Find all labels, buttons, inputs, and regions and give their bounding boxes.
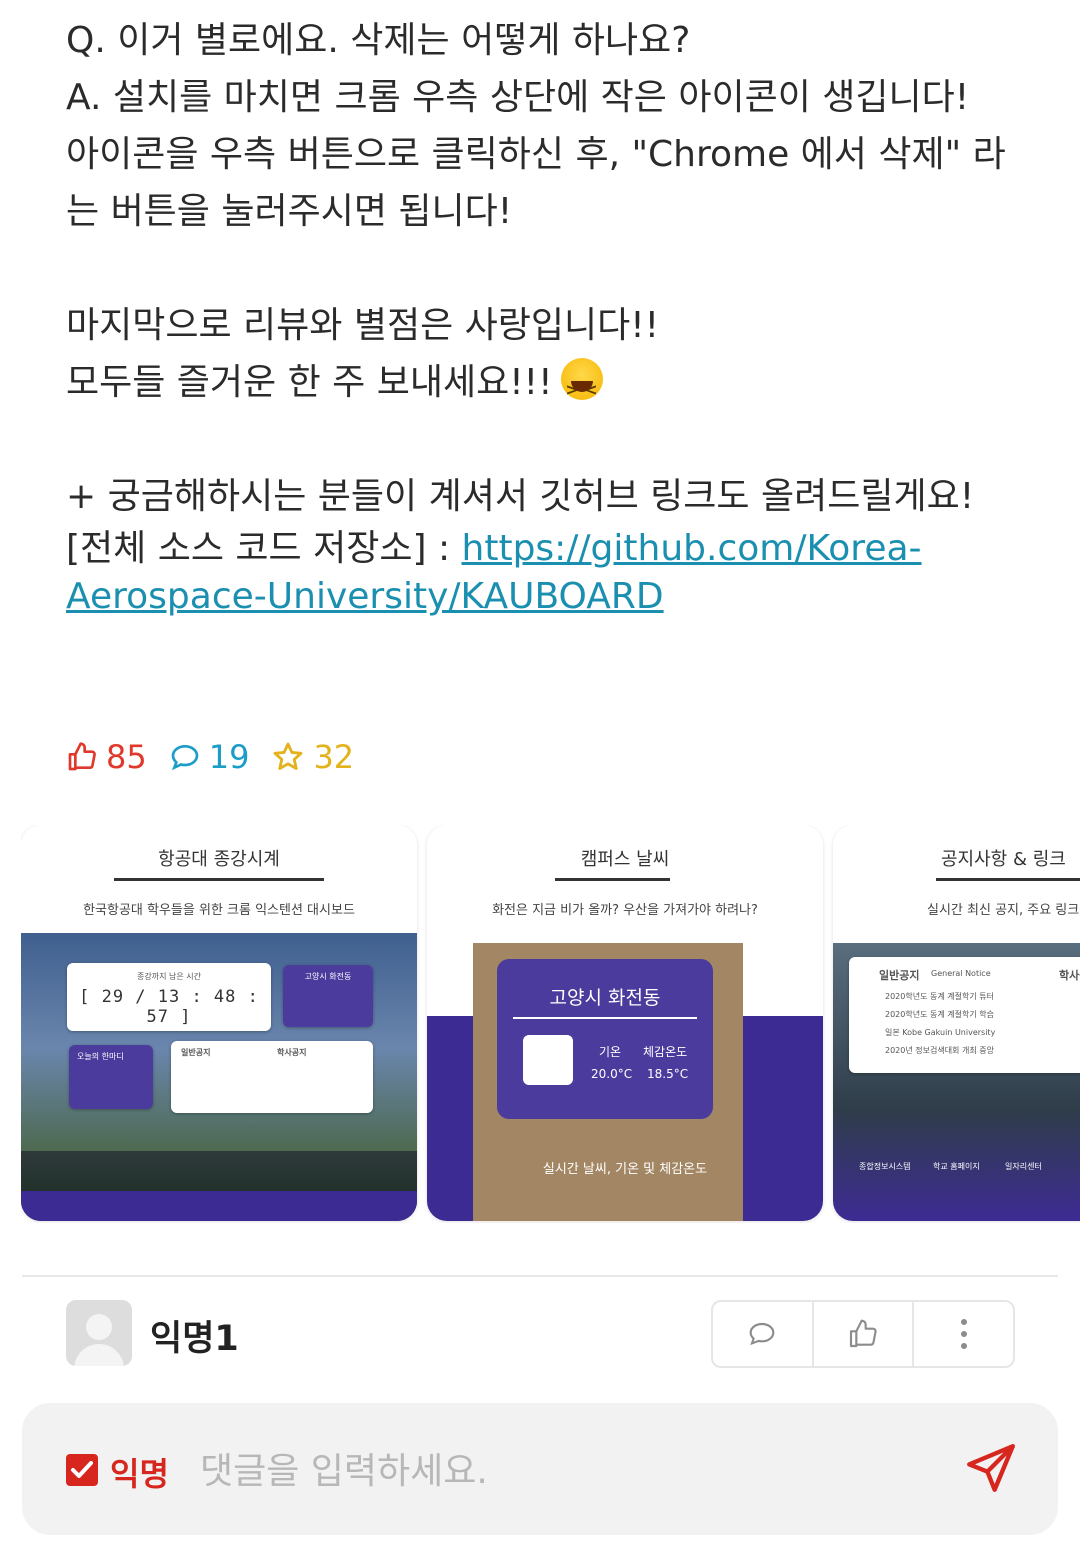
card-title: 항공대 종강시계 [158,849,280,870]
more-vertical-icon [960,1319,967,1349]
post-line-greeting: 모두들 즐거운 한 주 보내세요!!! [66,354,1026,418]
thumbs-up-icon [849,1319,877,1348]
dashboard-preview: 종강까지 남은 시간 [ 29 / 13 : 48 : 57 ] 고양시 화전동… [21,933,417,1221]
anonymous-checkbox[interactable] [66,1454,98,1486]
post-line-instruction: 아이콘을 우측 버튼으로 클릭하신 후, "Chrome 에서 삭제" 라는 버… [66,134,1006,232]
comment-actions [711,1300,1015,1368]
card-subtitle: 화전은 지금 비가 올까? 우산을 가져가야 하려나? [492,903,758,918]
avatar [66,1300,132,1366]
like-count[interactable]: 85 [66,738,147,776]
star-icon [273,742,303,770]
feels-like-value: 18.5°C [647,1067,689,1081]
notice-list: 일반공지 General Notice 학사공지 2020학년도 동계 계절학기… [849,957,1080,1073]
card-title: 공지사항 & 링크 [941,849,1066,870]
weather-city: 고양시 화전동 [549,987,661,1009]
anonymous-label[interactable]: 익명 [110,1449,169,1495]
countdown-clock: [ 29 / 13 : 48 : 57 ] [79,987,259,1027]
checkmark-icon [71,1461,93,1478]
send-icon [967,1444,1015,1492]
card-title: 캠퍼스 날씨 [580,849,670,870]
card-subtitle: 실시간 최신 공지, 주요 링크들 [927,903,1080,918]
speech-bubble-icon [171,744,199,771]
post-line-github: + 궁금해하시는 분들이 계셔서 깃허브 링크도 올려드릴게요! [66,476,975,517]
weather-widget: 고양시 화전동 기온 체감온도 20.0°C 18.5°C [497,959,713,1119]
post-line-answer: A. 설치를 마치면 크롬 우측 상단에 작은 아이콘이 생깁니다! [66,77,970,118]
link-homepage: 학교 홈페이지 [933,1162,980,1171]
laughing-face-icon [560,358,603,418]
post-stats: 85 19 32 [66,738,376,776]
image-gallery[interactable]: 항공대 종강시계 한국항공대 학우들을 위한 크롬 익스텐션 대시보드 종강까지… [21,825,1080,1223]
comment-input-bar: 익명 [22,1403,1058,1535]
post-line-question: Q. 이거 별로에요. 삭제는 어떻게 하나요? [66,20,691,61]
post-line-repo: [전체 소스 코드 저장소] : https://github.com/Kore… [66,525,1026,621]
temperature-value: 20.0°C [591,1067,633,1081]
like-count-value: 85 [106,738,147,776]
scrap-count-value: 32 [313,738,355,776]
scrap-count[interactable]: 32 [271,738,354,776]
comment-count[interactable]: 19 [169,738,250,776]
gallery-card-weather[interactable]: 캠퍼스 날씨 화전은 지금 비가 올까? 우산을 가져가야 하려나? 고양시 화… [427,825,823,1221]
post-body: Q. 이거 별로에요. 삭제는 어떻게 하나요? A. 설치를 마치면 크롬 우… [66,12,1026,621]
thumbs-up-icon [68,742,96,771]
link-erp: 종합정보시스템 [859,1162,911,1171]
comment-author: 익명1 [150,1319,239,1359]
gallery-card-notice[interactable]: 공지사항 & 링크 실시간 최신 공지, 주요 링크들 일반공지 General… [833,825,1080,1221]
speech-bubble-icon [749,1322,775,1346]
comment-count-value: 19 [208,738,250,776]
comment-input[interactable] [198,1443,942,1499]
link-job-center: 일자리센터 [1005,1162,1042,1171]
more-options-button[interactable] [914,1302,1013,1366]
reply-button[interactable] [713,1302,814,1366]
comment-divider [22,1275,1058,1277]
send-button[interactable] [962,1439,1020,1501]
card-subtitle: 한국항공대 학우들을 위한 크롬 익스텐션 대시보드 [83,903,355,918]
countdown-box: 종강까지 남은 시간 [ 29 / 13 : 48 : 57 ] [67,963,271,1031]
comment-like-button[interactable] [814,1302,915,1366]
post-line-review: 마지막으로 리뷰와 별점은 사랑입니다!! [66,305,660,346]
repo-label: [전체 소스 코드 저장소] : [66,528,462,569]
gallery-card-clock[interactable]: 항공대 종강시계 한국항공대 학우들을 위한 크롬 익스텐션 대시보드 종강까지… [21,825,417,1221]
card-caption: 실시간 날씨, 기온 및 체감온도 [542,1162,708,1177]
